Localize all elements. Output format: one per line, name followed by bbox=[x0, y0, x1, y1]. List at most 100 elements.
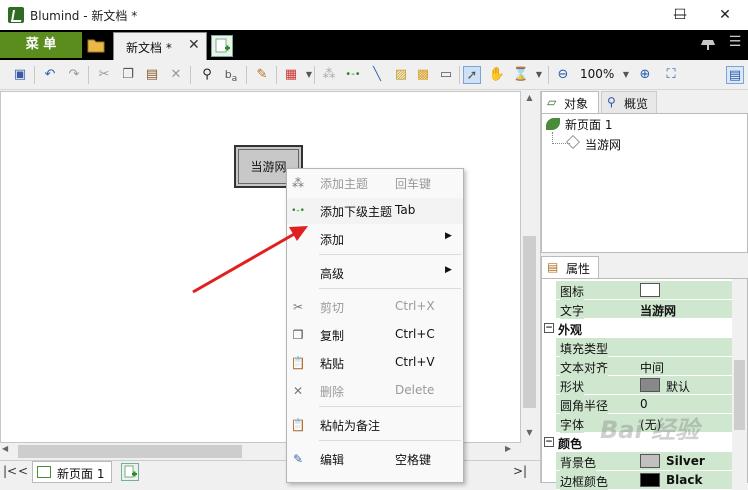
redo-icon[interactable]: ↷ bbox=[65, 66, 83, 84]
new-document-tab-button[interactable] bbox=[211, 35, 233, 57]
context-menu-item[interactable]: 📋 粘帖为备注 bbox=[287, 412, 463, 438]
canvas-horizontal-scroll-thumb[interactable] bbox=[18, 445, 242, 458]
toolbar-separator bbox=[276, 66, 277, 84]
zoom-out-icon[interactable]: ⊖ bbox=[554, 66, 572, 84]
copy-icon: ❐ bbox=[292, 328, 304, 342]
collapse-icon[interactable]: − bbox=[544, 323, 554, 333]
open-folder-icon[interactable] bbox=[86, 35, 106, 55]
tab-overview[interactable]: ⚲ 概览 bbox=[601, 91, 657, 113]
properties-icon: ▤ bbox=[547, 260, 559, 274]
delete-icon: ✕ bbox=[292, 384, 304, 398]
cut-icon: ✂ bbox=[292, 300, 304, 314]
menu-separator bbox=[319, 406, 461, 407]
property-row[interactable]: 形状 默认 bbox=[556, 376, 732, 395]
previous-page-button[interactable]: < bbox=[18, 464, 28, 478]
link-icon[interactable]: ╲ bbox=[368, 66, 386, 84]
group-icon[interactable]: ▩ bbox=[414, 66, 432, 84]
context-menu-item[interactable]: ❐ 复制 Ctrl+C bbox=[287, 322, 463, 348]
window-title: Blumind - 新文档 * bbox=[30, 9, 138, 23]
toolbar-separator bbox=[34, 66, 35, 84]
scroll-left-icon[interactable]: ◀ bbox=[2, 444, 16, 458]
property-name: 文本对齐 bbox=[560, 359, 609, 376]
main-menu-button[interactable]: 菜 单 bbox=[0, 32, 82, 58]
copy-icon[interactable]: ❐ bbox=[119, 66, 137, 84]
context-menu-item[interactable]: 添加 ▶ bbox=[287, 226, 463, 252]
property-row[interactable]: 文本对齐 中间 bbox=[556, 357, 732, 376]
close-window-button[interactable]: ✕ bbox=[702, 0, 748, 30]
zoom-level[interactable]: 100% bbox=[580, 67, 614, 81]
property-value: Black bbox=[666, 473, 703, 487]
color-swatch bbox=[640, 283, 660, 297]
timer-dropdown-icon[interactable]: ▼ bbox=[530, 66, 548, 84]
pin-icon[interactable] bbox=[700, 37, 718, 51]
zoom-dropdown-icon[interactable]: ▼ bbox=[617, 66, 635, 84]
property-value: 默认 bbox=[666, 380, 691, 394]
edit-icon: ✎ bbox=[292, 452, 304, 466]
zoom-in-icon[interactable]: ⊕ bbox=[636, 66, 654, 84]
scroll-right-icon[interactable]: ▶ bbox=[505, 444, 519, 458]
submenu-arrow-icon: ▶ bbox=[445, 265, 452, 275]
property-row[interactable]: 填充类型 bbox=[556, 338, 732, 357]
paste-icon[interactable]: ▤ bbox=[143, 66, 161, 84]
property-row[interactable]: 图标 bbox=[556, 281, 732, 300]
layout-icon[interactable]: ▦ bbox=[282, 66, 300, 84]
shortcut-key: Ctrl+V bbox=[395, 355, 435, 369]
progress-icon[interactable]: ▭ bbox=[437, 66, 455, 84]
shortcut-key: Tab bbox=[395, 203, 416, 217]
collapse-icon[interactable]: − bbox=[544, 437, 554, 447]
timer-icon[interactable]: ⌛ bbox=[512, 66, 530, 84]
format-brush-icon[interactable]: ✎ bbox=[253, 66, 271, 84]
add-page-button[interactable] bbox=[121, 463, 139, 481]
maximize-button[interactable]: ☐ bbox=[657, 0, 703, 30]
replace-icon[interactable]: ba bbox=[222, 66, 240, 84]
last-page-button[interactable]: >| bbox=[513, 464, 527, 478]
page-tab[interactable]: 新页面 1 bbox=[32, 461, 112, 483]
shortcut-key: 回车键 bbox=[395, 177, 432, 191]
cut-icon[interactable]: ✂ bbox=[95, 66, 113, 84]
tree-item-topic[interactable]: 当游网 bbox=[585, 136, 621, 153]
fit-window-icon[interactable]: ⛶ bbox=[662, 66, 680, 84]
property-name: 图标 bbox=[560, 283, 585, 300]
baidu-watermark: Bai 经验 bbox=[600, 416, 700, 444]
property-row[interactable]: 背景色 Silver bbox=[556, 452, 732, 471]
add-topic-icon[interactable]: ⁂ bbox=[320, 66, 338, 84]
first-page-button[interactable]: |< bbox=[3, 464, 17, 478]
tab-objects[interactable]: ▱ 对象 bbox=[541, 91, 599, 113]
add-topic-icon: ⁂ bbox=[292, 176, 304, 190]
side-panel-toggle-icon[interactable]: ▤ bbox=[726, 66, 744, 84]
context-menu-item[interactable]: 高级 ▶ bbox=[287, 260, 463, 286]
canvas-vertical-scroll-thumb[interactable] bbox=[523, 236, 536, 408]
context-menu-item[interactable]: •-• 添加下级主题 Tab bbox=[287, 198, 463, 224]
scroll-down-icon[interactable]: ▼ bbox=[521, 428, 538, 442]
scroll-up-icon[interactable]: ▲ bbox=[521, 93, 538, 107]
tab-close-icon[interactable]: ✕ bbox=[188, 37, 200, 53]
property-category[interactable]: − 外观 bbox=[542, 319, 732, 338]
property-name: 形状 bbox=[560, 378, 585, 395]
property-name: 文字 bbox=[560, 302, 585, 319]
save-icon[interactable]: ▣ bbox=[11, 66, 29, 84]
context-menu-item[interactable]: ⁂ 添加主题 回车键 bbox=[287, 170, 463, 196]
select-pointer-icon[interactable]: ➚ bbox=[463, 66, 481, 84]
delete-icon[interactable]: ✕ bbox=[167, 66, 185, 84]
overflow-menu-icon[interactable]: ☰ bbox=[726, 34, 744, 54]
add-subtopic-icon[interactable]: •-• bbox=[344, 66, 362, 84]
pan-hand-icon[interactable]: ✋ bbox=[488, 66, 506, 84]
shortcut-key: Ctrl+X bbox=[395, 299, 435, 313]
layout-dropdown-icon[interactable]: ▼ bbox=[300, 66, 318, 84]
tree-item-root[interactable]: 新页面 1 bbox=[565, 116, 612, 133]
undo-icon[interactable]: ↶ bbox=[41, 66, 59, 84]
context-menu-item[interactable]: ✂ 剪切 Ctrl+X bbox=[287, 294, 463, 320]
note-icon[interactable]: ▨ bbox=[392, 66, 410, 84]
tab-objects-label: 对象 bbox=[564, 97, 589, 111]
page-icon bbox=[37, 466, 51, 478]
context-menu-item[interactable]: ✎ 编辑 空格键 bbox=[287, 446, 463, 472]
context-menu-item[interactable]: 📋 粘贴 Ctrl+V bbox=[287, 350, 463, 376]
tab-new-document[interactable]: 新文档 * ✕ bbox=[113, 32, 207, 60]
context-menu-item[interactable]: ✕ 删除 Delete bbox=[287, 378, 463, 404]
property-row[interactable]: 边框颜色 Black bbox=[556, 471, 732, 490]
property-row[interactable]: 文字 当游网 bbox=[556, 300, 732, 319]
shortcut-key: 空格键 bbox=[395, 453, 432, 467]
tab-properties[interactable]: ▤ 属性 bbox=[541, 256, 599, 278]
find-icon[interactable]: ⚲ bbox=[198, 66, 216, 84]
tab-properties-label: 属性 bbox=[566, 262, 591, 276]
